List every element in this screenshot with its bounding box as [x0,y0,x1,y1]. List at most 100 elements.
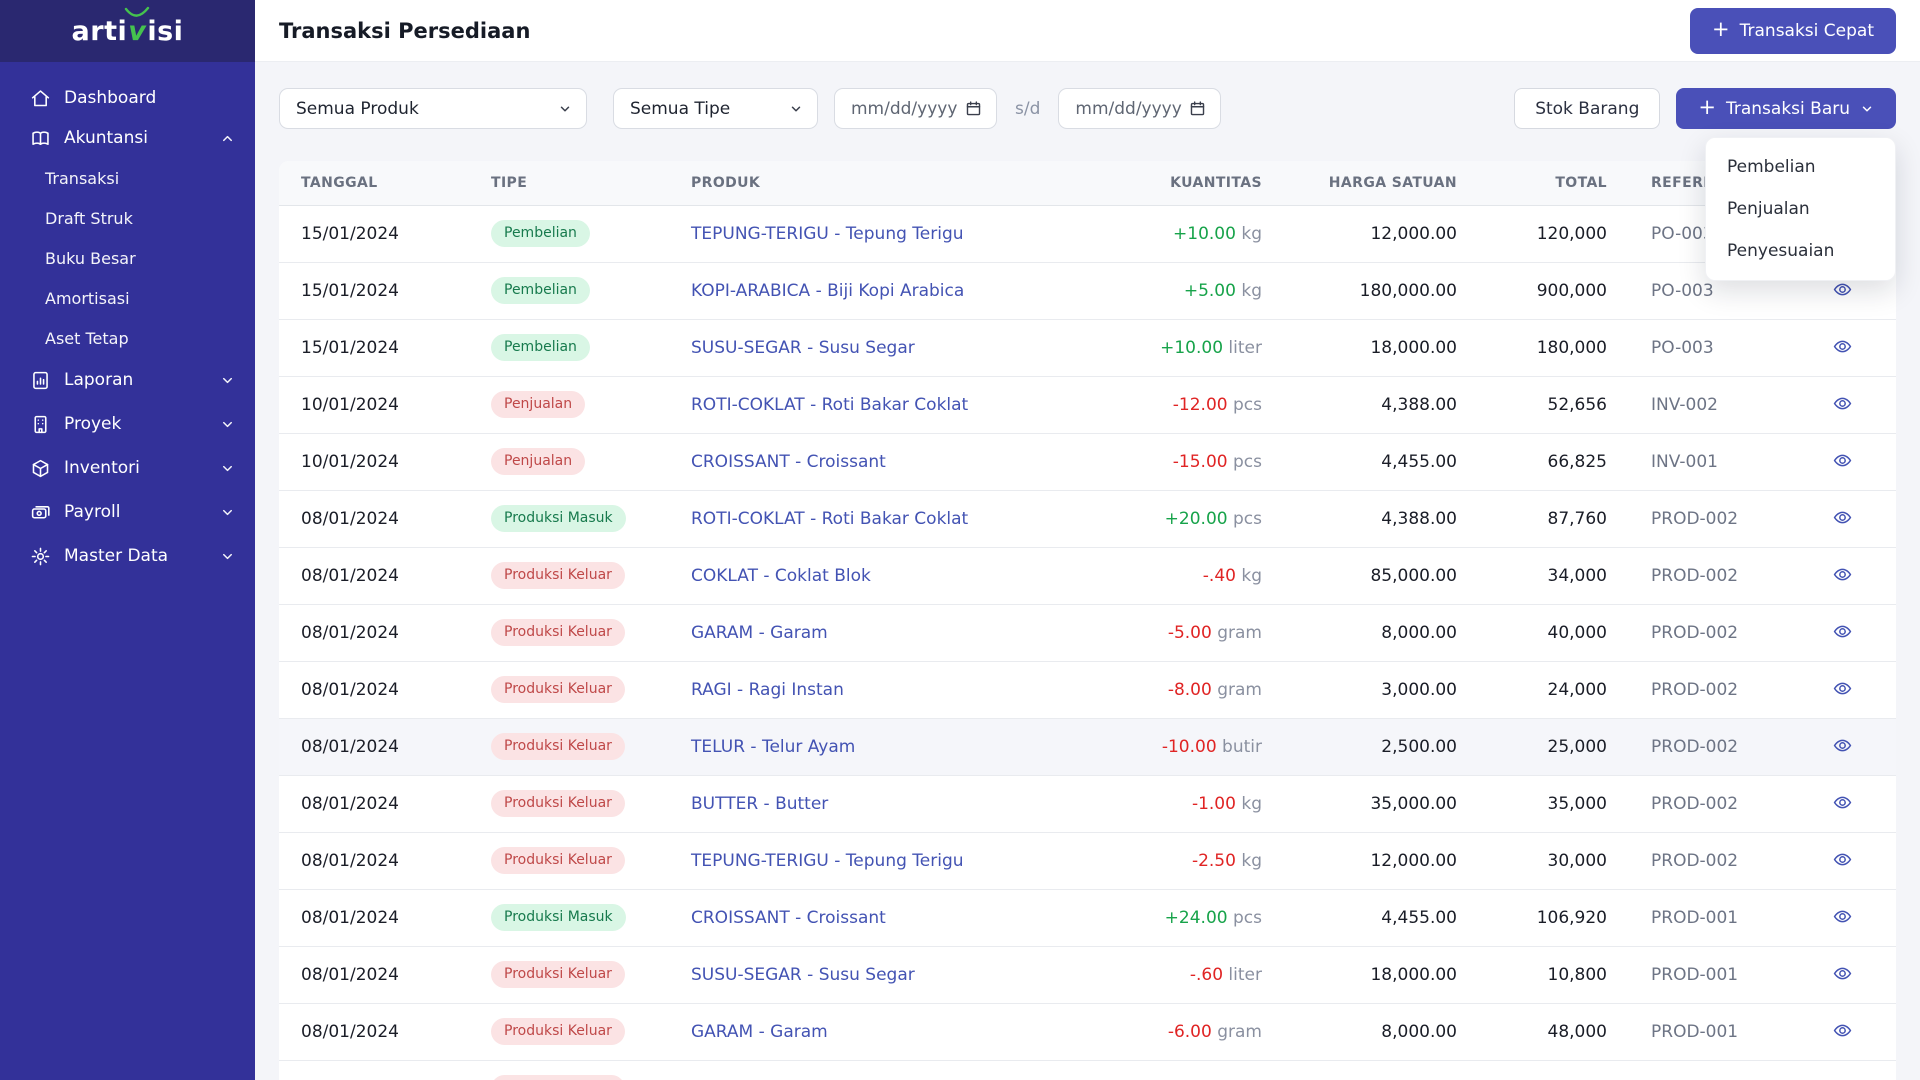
cell-quantity: +20.00 pcs [1089,490,1284,547]
table-row[interactable]: 15/01/2024 Pembelian TEPUNG-TERIGU - Tep… [279,205,1896,262]
column-header-harga-satuan: HARGA SATUAN [1284,161,1479,206]
sidebar-item-inventori[interactable]: Inventori [0,446,255,490]
view-button[interactable] [1831,392,1854,415]
view-button[interactable] [1831,620,1854,643]
product-filter-value: Semua Produk [296,98,419,119]
view-button[interactable] [1831,1076,1854,1080]
table-row[interactable]: 08/01/2024 Produksi Keluar TELUR - Telur… [279,718,1896,775]
sidebar-item-master-data[interactable]: Master Data [0,534,255,578]
sidebar-subitem-buku-besar[interactable]: Buku Besar [0,238,255,278]
view-button[interactable] [1831,962,1854,985]
cell-type: Produksi Keluar [469,1060,669,1080]
table-row[interactable]: 08/01/2024 Produksi Keluar GARAM - Garam… [279,604,1896,661]
chevron-down-icon [223,465,232,471]
sidebar-subitem-transaksi[interactable]: Transaksi [0,158,255,198]
transactions-table: TANGGAL TIPE PRODUK KUANTITAS HARGA SATU… [279,161,1896,1080]
home-icon [30,88,51,109]
sidebar-item-laporan[interactable]: Laporan [0,358,255,402]
table-row[interactable]: 08/01/2024 Produksi Keluar TEPUNG-TERIGU… [279,832,1896,889]
cell-unit-price: 85,000.00 [1370,565,1457,586]
table-row[interactable]: 08/01/2024 Produksi Masuk ROTI-COKLAT - … [279,490,1896,547]
cell-unit-price: 18,000.00 [1370,337,1457,358]
quick-transaction-button[interactable]: + Transaksi Cepat [1690,7,1896,54]
type-filter-value: Semua Tipe [630,98,731,119]
eye-icon [1833,340,1852,352]
cell-unit-price: 35,000.00 [1370,793,1457,814]
date-from-input[interactable]: mm/dd/yyyy [834,88,997,129]
product-link[interactable]: ROTI-COKLAT - Roti Bakar Coklat [691,509,968,529]
type-badge: Pembelian [491,277,590,304]
table-row[interactable]: 08/01/2024 Produksi Masuk CROISSANT - Cr… [279,889,1896,946]
plus-icon: + [1698,95,1716,119]
product-link[interactable]: GARAM - Garam [691,1022,828,1042]
sidebar-item-proyek[interactable]: Proyek [0,402,255,446]
product-link[interactable]: COKLAT - Coklat Blok [691,566,871,586]
product-link[interactable]: TELUR - Telur Ayam [691,737,855,757]
product-link[interactable]: KOPI-ARABICA - Biji Kopi Arabica [691,281,964,301]
product-link[interactable]: TEPUNG-TERIGU - Tepung Terigu [691,224,964,244]
view-button[interactable] [1831,848,1854,871]
cell-unit-price: 8,000.00 [1381,1021,1457,1042]
table-row[interactable]: 08/01/2024 Produksi Keluar RAGI - Ragi I… [279,1060,1896,1080]
stock-button[interactable]: Stok Barang [1514,88,1661,129]
table-row[interactable]: 10/01/2024 Penjualan CROISSANT - Croissa… [279,433,1896,490]
cell-quantity: -2.50 kg [1089,832,1284,889]
table-row[interactable]: 15/01/2024 Pembelian KOPI-ARABICA - Biji… [279,262,1896,319]
sidebar-item-akuntansi[interactable]: Akuntansi [0,118,255,158]
cell-quantity: -10.00 gram [1089,1060,1284,1080]
sidebar-subitem-draft-struk[interactable]: Draft Struk [0,198,255,238]
cell-ref: PROD-002 [1651,565,1739,586]
sidebar-subitem-aset-tetap[interactable]: Aset Tetap [0,318,255,358]
cell-product: ROTI-COKLAT - Roti Bakar Coklat [669,376,1089,433]
eye-icon [1833,454,1852,466]
cell-actions [1789,661,1896,718]
eye-icon [1833,568,1852,580]
topbar: Transaksi Persediaan + Transaksi Cepat [255,0,1920,62]
table-row[interactable]: 08/01/2024 Produksi Keluar BUTTER - Butt… [279,775,1896,832]
view-button[interactable] [1831,677,1854,700]
dropdown-item-penjualan[interactable]: Penjualan [1706,188,1895,230]
product-link[interactable]: SUSU-SEGAR - Susu Segar [691,338,915,358]
sidebar-item-payroll[interactable]: Payroll [0,490,255,534]
product-link[interactable]: GARAM - Garam [691,623,828,643]
dropdown-item-pembelian[interactable]: Pembelian [1706,146,1895,188]
cell-actions [1789,319,1896,376]
table-row[interactable]: 08/01/2024 Produksi Keluar SUSU-SEGAR - … [279,946,1896,1003]
type-filter-select[interactable]: Semua Tipe [613,88,818,129]
table-row[interactable]: 08/01/2024 Produksi Keluar COKLAT - Cokl… [279,547,1896,604]
product-link[interactable]: RAGI - Ragi Instan [691,680,844,700]
product-link[interactable]: ROTI-COKLAT - Roti Bakar Coklat [691,395,968,415]
column-header-kuantitas: KUANTITAS [1089,161,1284,206]
cell-total: 40,000 [1547,622,1607,643]
new-transaction-button[interactable]: + Transaksi Baru [1676,88,1896,129]
table-row[interactable]: 10/01/2024 Penjualan ROTI-COKLAT - Roti … [279,376,1896,433]
product-link[interactable]: CROISSANT - Croissant [691,452,886,472]
product-link[interactable]: BUTTER - Butter [691,794,828,814]
view-button[interactable] [1831,1019,1854,1042]
date-to-input[interactable]: mm/dd/yyyy [1058,88,1222,129]
table-row[interactable]: 08/01/2024 Produksi Keluar RAGI - Ragi I… [279,661,1896,718]
product-link[interactable]: SUSU-SEGAR - Susu Segar [691,965,915,985]
sidebar-subitem-amortisasi[interactable]: Amortisasi [0,278,255,318]
view-button[interactable] [1831,449,1854,472]
view-button[interactable] [1831,905,1854,928]
cell-type: Produksi Keluar [469,1003,669,1060]
view-button[interactable] [1831,563,1854,586]
product-link[interactable]: TEPUNG-TERIGU - Tepung Terigu [691,851,964,871]
date-from-value: mm/dd/yyyy [851,98,958,119]
view-button[interactable] [1831,734,1854,757]
view-button[interactable] [1831,335,1854,358]
table-row[interactable]: 08/01/2024 Produksi Keluar GARAM - Garam… [279,1003,1896,1060]
cell-actions [1789,376,1896,433]
qty-value: -15.00 [1172,451,1228,472]
sidebar-item-dashboard[interactable]: Dashboard [0,78,255,118]
product-link[interactable]: CROISSANT - Croissant [691,908,886,928]
view-button[interactable] [1831,791,1854,814]
cell-total: 25,000 [1547,736,1607,757]
calendar-icon [966,101,981,116]
view-button[interactable] [1831,506,1854,529]
product-filter-select[interactable]: Semua Produk [279,88,587,129]
table-row[interactable]: 15/01/2024 Pembelian SUSU-SEGAR - Susu S… [279,319,1896,376]
dropdown-item-penyesuaian[interactable]: Penyesuaian [1706,230,1895,272]
eye-icon [1833,682,1852,694]
